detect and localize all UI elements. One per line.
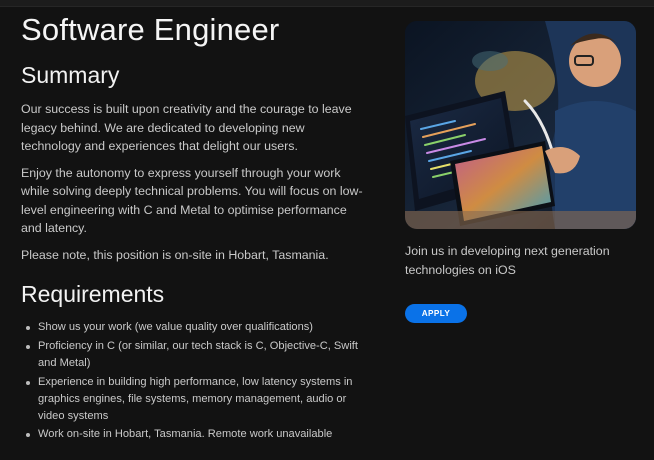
- summary-paragraph-2: Enjoy the autonomy to express yourself t…: [21, 165, 363, 236]
- summary-paragraph-3: Please note, this position is on-site in…: [21, 247, 329, 262]
- requirement-item: Show us your work (we value quality over…: [26, 319, 366, 336]
- requirement-item: Work on-site in Hobart, Tasmania. Remote…: [26, 426, 366, 443]
- top-bar-divider: [0, 0, 654, 7]
- requirement-item: Proficiency in C (or similar, our tech s…: [26, 338, 366, 372]
- sidebar-tagline: Join us in developing next generation te…: [405, 244, 610, 277]
- summary-paragraph-1: Our success is built upon creativity and…: [21, 102, 352, 153]
- job-details-column: Software Engineer Summary Our success is…: [21, 10, 366, 445]
- requirements-heading: Requirements: [21, 281, 165, 307]
- apply-button[interactable]: APPLY: [405, 304, 467, 323]
- job-posting-page: Software Engineer Summary Our success is…: [0, 0, 654, 460]
- sidebar-column: Join us in developing next generation te…: [405, 21, 637, 323]
- page-title: Software Engineer: [21, 12, 280, 47]
- requirement-item: Experience in building high performance,…: [26, 374, 366, 425]
- summary-heading: Summary: [21, 62, 120, 88]
- developer-working-illustration: [405, 21, 636, 229]
- hero-photo: [405, 21, 636, 229]
- requirements-list: Show us your work (we value quality over…: [21, 319, 366, 443]
